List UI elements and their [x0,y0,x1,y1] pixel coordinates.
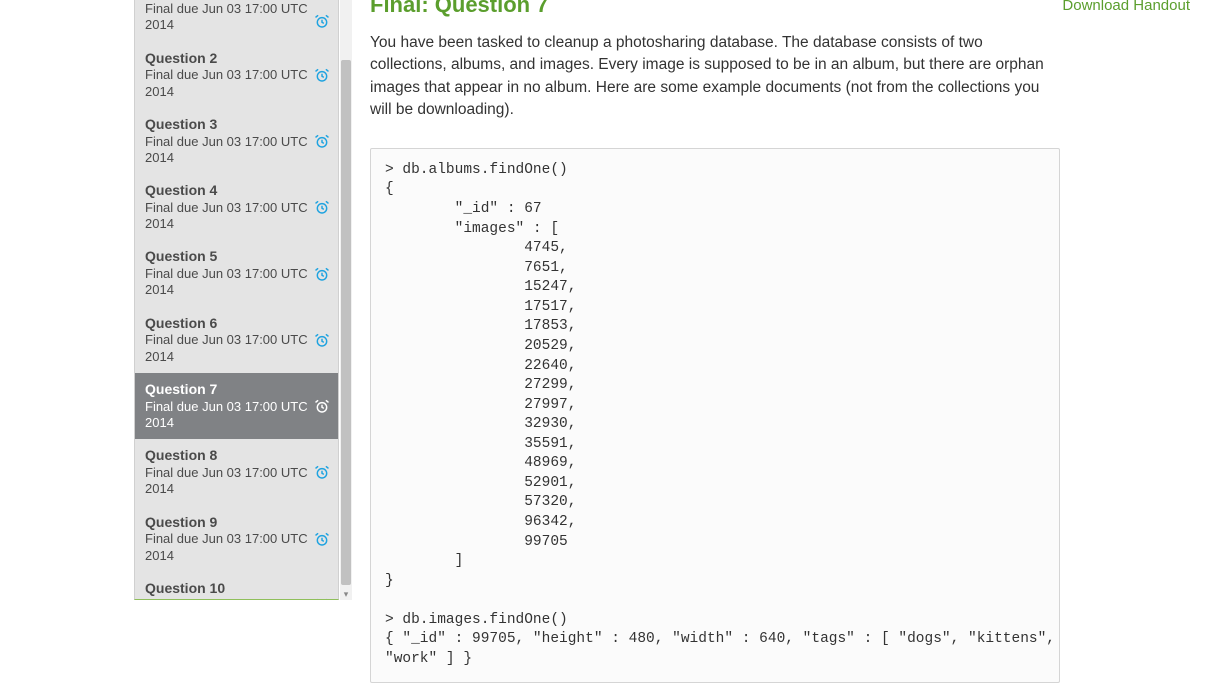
sidebar-item-question-4[interactable]: Question 4Final due Jun 03 17:00 UTC 201… [135,174,338,240]
sidebar-item-question-10[interactable]: Question 10Final due Jun 03 17:00 UTC 20… [135,572,338,600]
clock-icon [314,13,330,29]
sidebar-container: Final due Jun 03 17:00 UTC 2014Question … [0,0,352,686]
clock-icon [314,67,330,83]
sidebar-item-due: Final due Jun 03 17:00 UTC 2014 [145,134,310,167]
sidebar-item-question-5[interactable]: Question 5Final due Jun 03 17:00 UTC 201… [135,240,338,306]
clock-icon [314,597,330,600]
clock-icon [314,464,330,480]
sidebar-item-label: Question 4 [145,182,310,199]
scroll-down-arrow[interactable]: ▾ [340,588,352,600]
sidebar-item-question-8[interactable]: Question 8Final due Jun 03 17:00 UTC 201… [135,439,338,505]
sidebar-item-question-6[interactable]: Question 6Final due Jun 03 17:00 UTC 201… [135,307,338,373]
sidebar-item-due: Final due Jun 03 17:00 UTC 2014 [145,465,310,498]
sidebar-item-label: Question 8 [145,447,310,464]
sidebar-item-question-3[interactable]: Question 3Final due Jun 03 17:00 UTC 201… [135,108,338,174]
sidebar-item-due: Final due Jun 03 17:00 UTC 2014 [145,332,310,365]
page-title: Final: Question 7 [370,0,548,18]
clock-icon [314,531,330,547]
sidebar-item-due: Final due Jun 03 17:00 UTC 2014 [145,399,310,432]
sidebar-item-question-1[interactable]: Final due Jun 03 17:00 UTC 2014 [135,1,338,42]
sidebar: Final due Jun 03 17:00 UTC 2014Question … [134,0,339,600]
sidebar-item-label: Question 9 [145,514,310,531]
sidebar-item-due: Final due Jun 03 17:00 UTC 2014 [145,200,310,233]
sidebar-item-label: Question 10 [145,580,310,597]
sidebar-item-question-9[interactable]: Question 9Final due Jun 03 17:00 UTC 201… [135,506,338,572]
sidebar-item-due: Final due Jun 03 17:00 UTC 2014 [145,598,310,600]
clock-icon [314,266,330,282]
sidebar-item-label: Question 2 [145,50,310,67]
sidebar-item-label: Question 6 [145,315,310,332]
sidebar-item-question-7[interactable]: Question 7Final due Jun 03 17:00 UTC 201… [135,373,338,439]
sidebar-item-label: Question 3 [145,116,310,133]
sidebar-item-label: Question 7 [145,381,310,398]
sidebar-item-due: Final due Jun 03 17:00 UTC 2014 [145,1,310,34]
code-block: > db.albums.findOne() { "_id" : 67 "imag… [370,148,1060,683]
clock-icon [314,133,330,149]
sidebar-item-label: Question 5 [145,248,310,265]
scrollbar-track[interactable]: ▾ [340,0,352,600]
sidebar-item-due: Final due Jun 03 17:00 UTC 2014 [145,531,310,564]
clock-icon [314,199,330,215]
clock-icon [314,332,330,348]
download-handout-link[interactable]: Download Handout [1062,0,1190,14]
question-body-text: You have been tasked to cleanup a photos… [370,32,1060,122]
sidebar-item-due: Final due Jun 03 17:00 UTC 2014 [145,266,310,299]
clock-icon [314,398,330,414]
scrollbar-thumb[interactable] [341,60,351,585]
sidebar-item-due: Final due Jun 03 17:00 UTC 2014 [145,67,310,100]
main-header: Final: Question 7 Download Handout [370,0,1190,18]
sidebar-item-question-2[interactable]: Question 2Final due Jun 03 17:00 UTC 201… [135,42,338,108]
main-content: Final: Question 7 Download Handout You h… [352,0,1208,686]
